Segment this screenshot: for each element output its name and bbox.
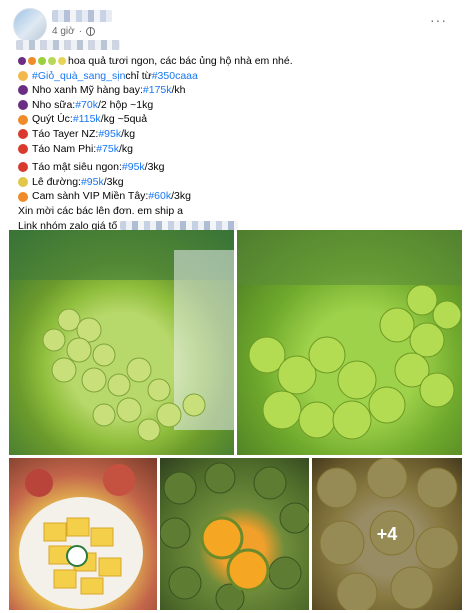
line-text: hoa quả tươi ngon, các bác ủng hộ nhà em…: [68, 55, 293, 67]
hashtag-link[interactable]: #95k: [81, 175, 104, 190]
photo-green-grapes[interactable]: [237, 230, 462, 455]
line-text: /3kg: [171, 190, 191, 203]
hashtag-link[interactable]: #95k: [122, 160, 145, 175]
more-photos-count: +4: [376, 523, 398, 544]
fruit-emoji-icon: [18, 57, 26, 66]
hashtag-link[interactable]: #Giỏ_quà_sang_sịn: [32, 69, 125, 84]
fruit-emoji-icon: [18, 162, 28, 173]
line-text: /kg ~5quả: [100, 113, 148, 126]
fruit-emoji-icon: [18, 85, 28, 96]
post-text-line: Táo mật siêu ngon: #95k/3kg: [18, 160, 458, 175]
fruit-emoji-icon: [48, 57, 56, 66]
line-text: Xin mời các bác lên đơn. em ship a: [18, 204, 183, 217]
fruit-emoji-icon: [18, 114, 28, 125]
fruit-emoji-icon: [18, 177, 28, 188]
post-text-line: Nho xanh Mỹ hàng bay: #175k/kh: [18, 83, 458, 98]
more-options-icon[interactable]: ···: [430, 12, 447, 28]
post-timestamp[interactable]: 4 giờ: [52, 26, 75, 37]
line-text: /2 hộp ~1kg: [98, 98, 154, 111]
more-photos-overlay[interactable]: +4: [312, 458, 462, 610]
hashtag-link[interactable]: #115k: [73, 112, 101, 127]
fruit-emoji-icon: [28, 57, 36, 66]
post-text-line: Táo Nam Phi: #75k/kg: [18, 142, 458, 157]
photo-grid: +4: [0, 230, 469, 613]
line-text: Nho sữa:: [32, 98, 76, 111]
grapes-closeup-illustration: [237, 230, 462, 440]
line-text: Lê đường:: [32, 175, 81, 188]
line-text: Quýt Úc:: [32, 113, 73, 126]
blurred-link[interactable]: [120, 221, 239, 231]
avatar[interactable]: [13, 8, 47, 42]
line-text: Táo Nam Phi:: [32, 142, 97, 155]
post-text-line: #Giỏ_quà_sang_sịn chỉ từ #350caaa: [18, 69, 458, 84]
line-text: Táo Tayer NZ:: [32, 127, 99, 140]
hashtag-link[interactable]: #175k: [143, 83, 172, 98]
line-text: /kh: [171, 84, 186, 97]
line-text: chỉ từ: [125, 69, 152, 82]
fruit-emoji-icon: [18, 70, 28, 81]
fruit-emoji-icon: [58, 57, 66, 66]
photo-pineapple-plate[interactable]: [9, 458, 157, 610]
hashtag-link[interactable]: #95k: [98, 127, 121, 142]
line-text: /kg: [118, 142, 133, 155]
fruit-emoji-icon: [18, 191, 28, 202]
hashtag-link[interactable]: #60k: [148, 189, 171, 204]
grapes-illustration: [9, 230, 234, 442]
post-text-line: Táo Tayer NZ: #95k/kg: [18, 127, 458, 142]
fruit-emoji-icon: [18, 143, 28, 154]
globe-icon[interactable]: [86, 27, 96, 36]
post-text-line: Quýt Úc: #115k/kg ~5quả: [18, 112, 458, 127]
photo-oranges-halved[interactable]: [160, 458, 309, 610]
post-text: hoa quả tươi ngon, các bác ủng hộ nhà em…: [18, 54, 458, 233]
post-text-line: Xin mời các bác lên đơn. em ship a: [18, 204, 458, 219]
post-text-line: hoa quả tươi ngon, các bác ủng hộ nhà em…: [18, 54, 458, 69]
oranges-illustration: [160, 462, 309, 610]
post-text-line: Lê đường: #95k/3kg: [18, 175, 458, 190]
line-text: /kg: [121, 127, 136, 140]
pineapple-illustration: [19, 464, 143, 609]
line-text: /3kg: [144, 161, 165, 174]
post-text-line: Cam sành VIP Miền Tây: #60k/3kg: [18, 189, 458, 204]
fruit-emoji-icon: [18, 100, 28, 111]
fruit-emoji-icon: [38, 57, 46, 66]
fruit-emoji-icon: [18, 129, 28, 140]
photo-pears[interactable]: +4: [312, 458, 462, 610]
line-text: Cam sành VIP Miền Tây:: [32, 190, 149, 203]
line-text: Táo mật siêu ngon:: [32, 161, 122, 174]
hashtag-link[interactable]: #75k: [96, 142, 119, 157]
hashtag-link[interactable]: #70k: [75, 98, 98, 113]
line-text: Nho xanh Mỹ hàng bay:: [32, 84, 143, 97]
post-meta: 4 giờ ·: [52, 26, 96, 37]
photo-grapes-boxed[interactable]: [9, 230, 234, 455]
hashtag-link[interactable]: #350caaa: [152, 69, 198, 84]
author-name-blurred[interactable]: [52, 10, 112, 22]
blurred-text: [16, 40, 120, 50]
post-text-line: Nho sữa: #70k/2 hộp ~1kg: [18, 98, 458, 113]
line-text: /3kg: [103, 175, 124, 188]
post-header: 4 giờ · ···: [0, 0, 469, 52]
